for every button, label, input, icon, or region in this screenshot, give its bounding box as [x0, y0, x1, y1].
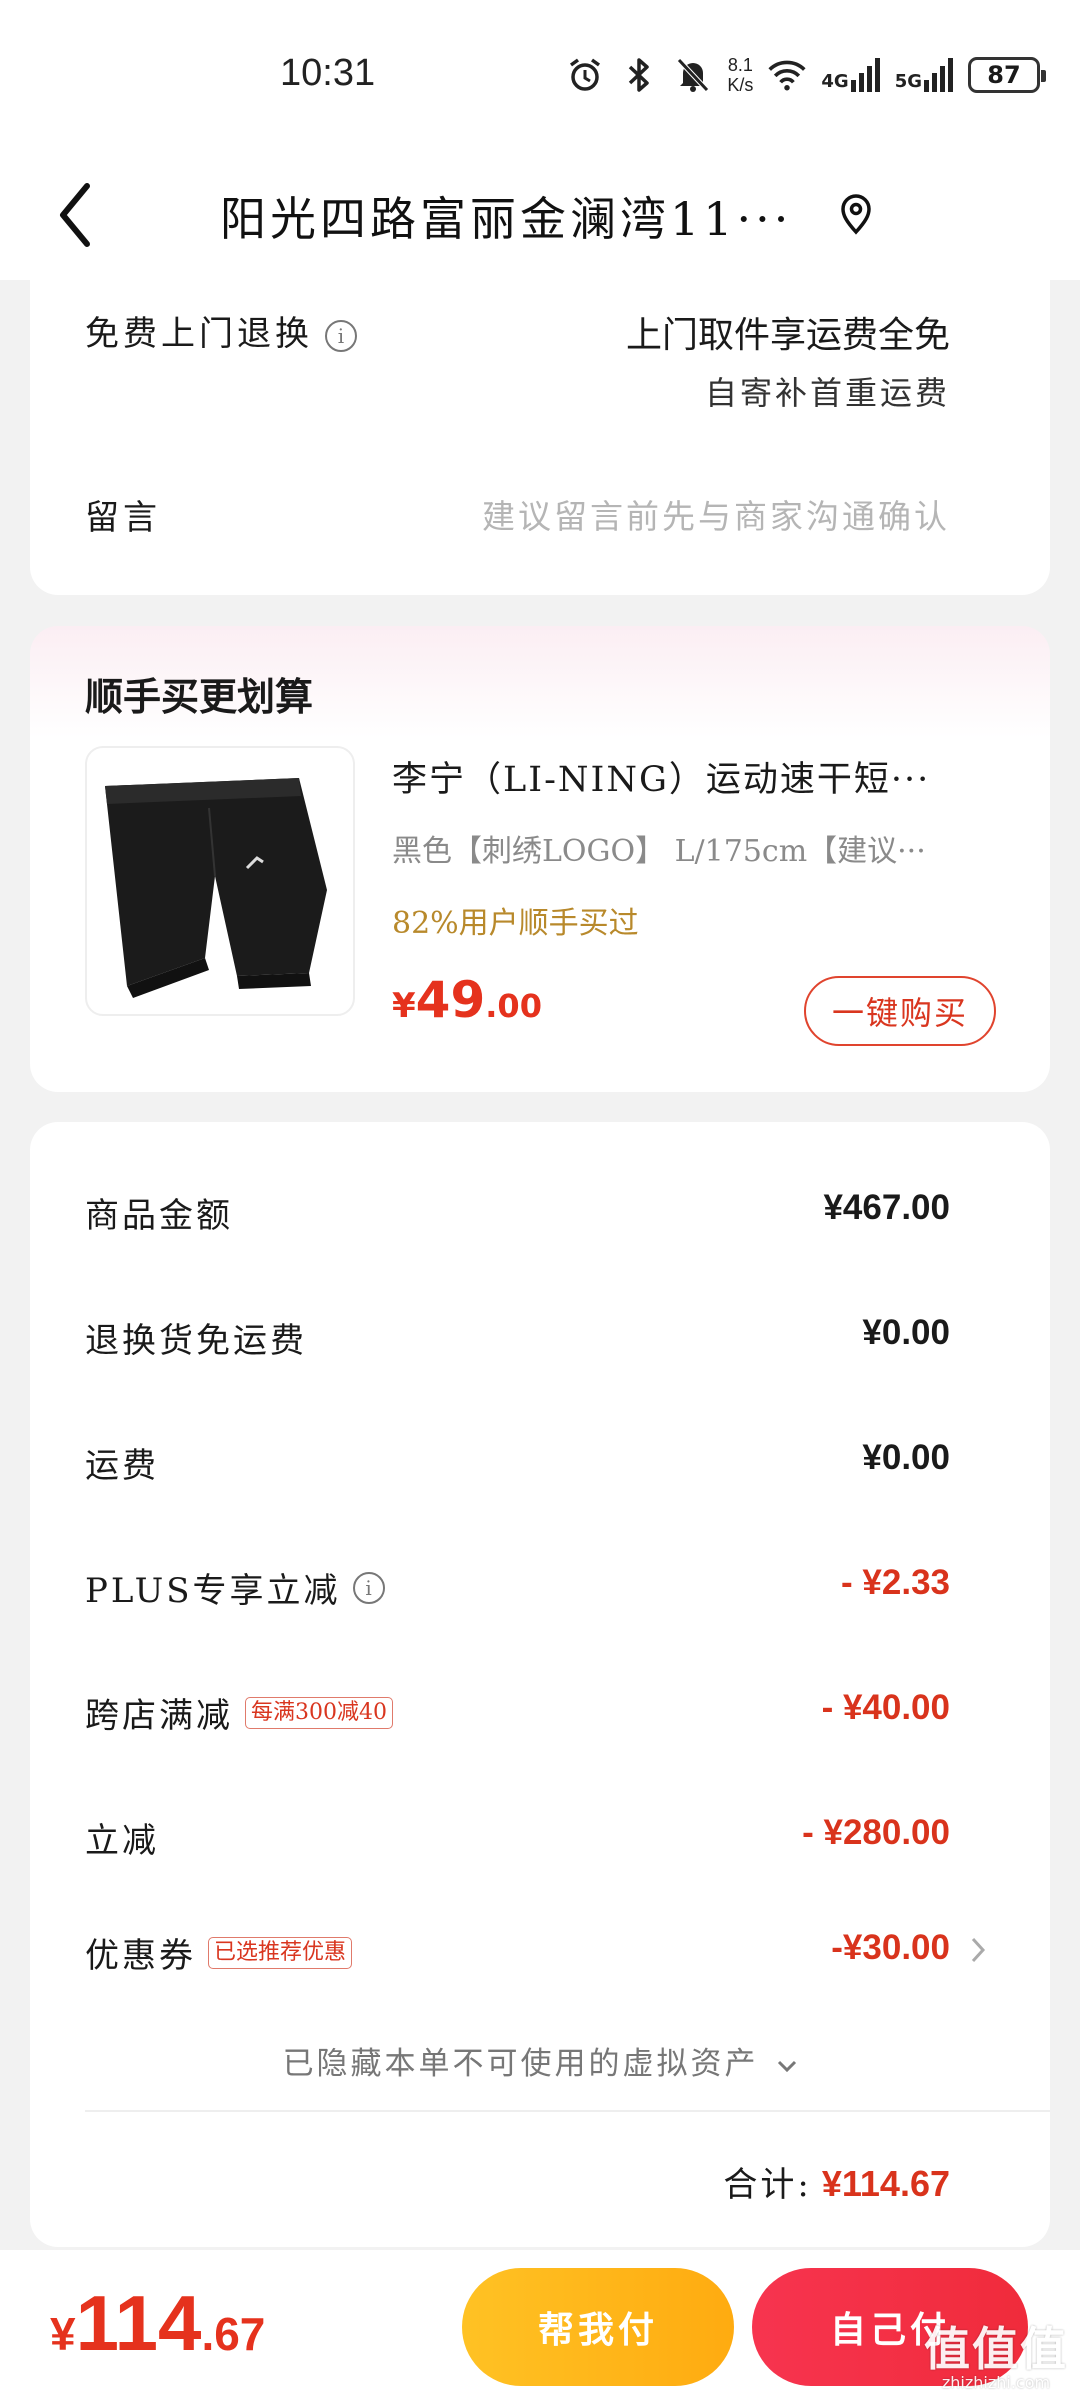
one-click-buy-button[interactable]: 一键购买	[804, 976, 996, 1046]
goods-amount-label: 商品金额	[85, 1196, 233, 1236]
status-icons: 8.1 K/s 4G 5G 87	[565, 55, 1046, 95]
bluetooth-icon	[619, 55, 659, 95]
battery-icon: 87	[968, 57, 1046, 93]
help-pay-button[interactable]: 帮我付	[462, 2268, 734, 2386]
coupon-label[interactable]: 优惠券 已选推荐优惠	[85, 1928, 353, 1977]
return-service-label: 免费上门退换 i	[85, 306, 357, 355]
shipping-label: 运费	[85, 1446, 159, 1486]
return-freight-label: 退换货免运费	[85, 1321, 307, 1361]
divider	[85, 2110, 1050, 2112]
instant-discount-value: - ¥280.00	[802, 1813, 950, 1852]
chevron-left-icon	[60, 183, 90, 247]
goods-amount-value: ¥467.00	[823, 1188, 950, 1227]
wifi-icon	[767, 55, 807, 95]
net-speed: 8.1 K/s	[727, 55, 754, 95]
product-image[interactable]	[85, 746, 355, 1016]
product-spec: 黑色【刺绣LOGO】 L/175cm【建议···	[392, 834, 926, 869]
recommended-coupon-badge: 已选推荐优惠	[208, 1936, 353, 1969]
signal-icon-4g: 4G	[821, 58, 880, 92]
delivery-card: 免费上门退换 i 上门取件享运费全免 自寄补首重运费 留言 建议留言前先与商家沟通…	[30, 250, 1050, 595]
cross-store-discount-label: 跨店满减 每满300减40	[85, 1688, 393, 1737]
plus-discount-value: - ¥2.33	[841, 1563, 950, 1602]
status-time: 10:31	[280, 52, 376, 94]
plus-discount-label: PLUS专享立减 i	[85, 1563, 385, 1612]
cross-store-discount-value: - ¥40.00	[821, 1688, 950, 1727]
discount-rule-badge: 每满300减40	[245, 1696, 393, 1729]
location-pin-icon[interactable]	[838, 192, 874, 236]
amount-card: 商品金额 ¥467.00 退换货免运费 ¥0.00 运费 ¥0.00 PLUS专…	[30, 1122, 1050, 2247]
product-tag: 82%用户顺手买过	[392, 906, 639, 941]
info-icon[interactable]: i	[352, 1571, 385, 1604]
chevron-down-icon	[778, 2060, 797, 2072]
total-row: 合计: ¥114.67	[723, 2157, 950, 2206]
return-service-value: 上门取件享运费全免	[625, 315, 950, 356]
back-button[interactable]	[55, 175, 115, 255]
message-label: 留言	[85, 498, 161, 538]
info-icon[interactable]: i	[325, 320, 357, 352]
product-price: ¥49.00	[392, 971, 542, 1029]
return-service-subvalue: 自寄补首重运费	[704, 374, 950, 412]
address-title[interactable]: 阳光四路富丽金澜湾11···	[220, 183, 800, 249]
return-freight-value: ¥0.00	[862, 1313, 950, 1352]
total-label: 合计:	[723, 2165, 812, 2205]
mute-icon	[673, 55, 713, 95]
hidden-assets-toggle[interactable]: 已隐藏本单不可使用的虚拟资产	[30, 2038, 1050, 2083]
watermark: 值值值 zhizhizhi.com	[924, 2322, 1068, 2392]
addon-card: 顺手买更划算 李宁（LI-NING）运动速干短··· 黑色【刺绣LOGO】 L/…	[30, 626, 1050, 1092]
pay-total: ¥114.67	[50, 2279, 266, 2367]
message-input[interactable]: 建议留言前先与商家沟通确认	[482, 490, 950, 538]
total-value: ¥114.67	[821, 2163, 950, 2204]
product-name[interactable]: 李宁（LI-NING）运动速干短···	[392, 751, 1012, 802]
alarm-icon	[565, 55, 605, 95]
section-title: 顺手买更划算	[85, 675, 314, 719]
chevron-right-icon[interactable]	[968, 1935, 988, 1965]
signal-icon-5g: 5G	[895, 58, 954, 92]
coupon-value[interactable]: -¥30.00	[831, 1928, 950, 1968]
status-bar: 10:31 8.1 K/s 4G 5G 87	[0, 0, 1080, 150]
bottom-pay-bar: ¥114.67 帮我付 自己付 值值值 zhizhizhi.com	[0, 2250, 1080, 2400]
shipping-value: ¥0.00	[862, 1438, 950, 1477]
instant-discount-label: 立减	[85, 1821, 159, 1861]
